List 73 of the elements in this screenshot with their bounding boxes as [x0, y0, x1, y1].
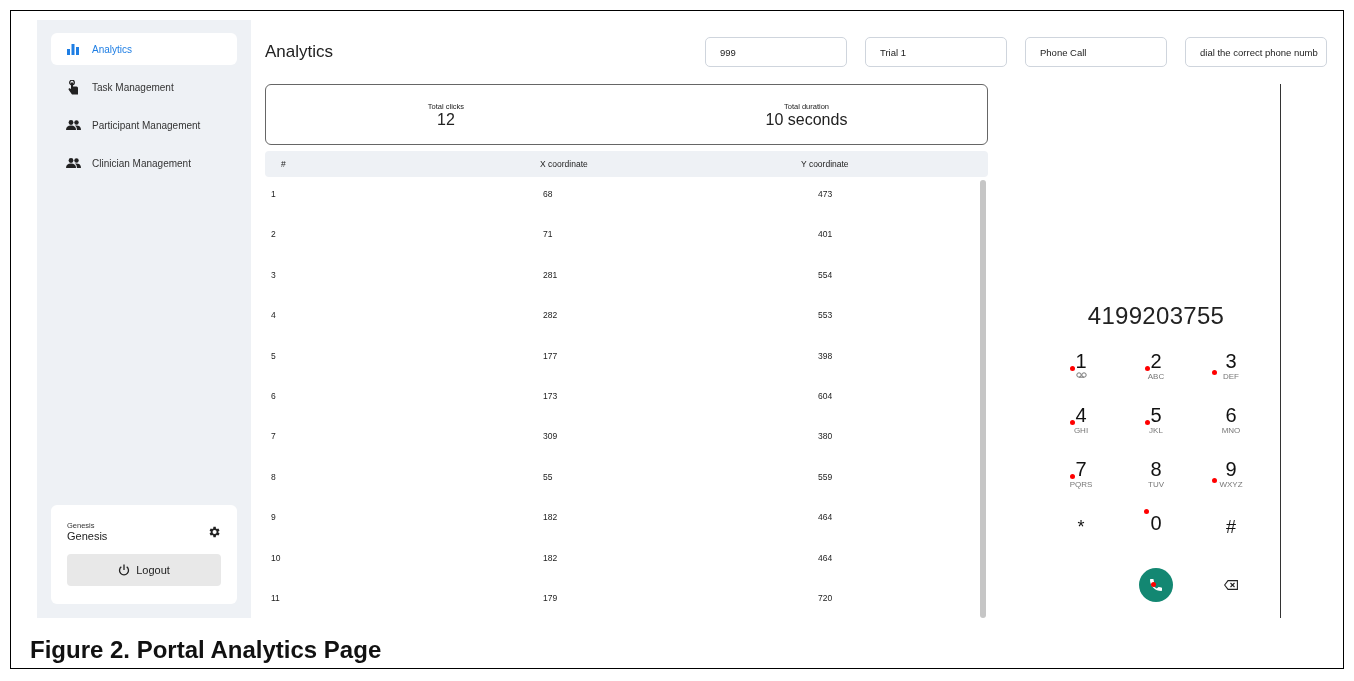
- table-cell: 720: [818, 592, 833, 603]
- backspace-icon[interactable]: [1224, 580, 1238, 590]
- stat-value: 12: [437, 110, 455, 128]
- dial-key[interactable]: 6 MNO: [1193, 404, 1269, 450]
- table-cell: 282: [543, 310, 558, 321]
- people-icon: [65, 158, 81, 168]
- table-cell: 55: [543, 471, 553, 482]
- table-cell: 398: [818, 350, 833, 361]
- dial-key[interactable]: *: [1043, 512, 1119, 558]
- table-cell: 182: [543, 552, 558, 563]
- table-cell: 604: [818, 390, 833, 401]
- dial-key[interactable]: 9 WXYZ: [1193, 458, 1269, 504]
- table-cell: 177: [543, 350, 558, 361]
- table-cell: 554: [818, 269, 833, 280]
- sidebar-item[interactable]: Participant Management: [51, 109, 237, 141]
- input-field[interactable]: Trial 1: [865, 37, 1007, 67]
- pointing-hand-icon: [67, 79, 79, 95]
- table-cell: 173: [543, 390, 558, 401]
- table-cell: 71: [543, 229, 553, 240]
- page-title: Analytics: [265, 42, 335, 62]
- dial-key[interactable]: 1: [1043, 350, 1119, 396]
- table-cell: 401: [818, 229, 833, 240]
- table-cell: 11: [271, 592, 280, 603]
- table-cell: 8: [271, 471, 276, 482]
- table-cell: 464: [818, 552, 833, 563]
- table-cell: 4: [271, 310, 276, 321]
- table-cell: 380: [818, 431, 833, 442]
- user-name: Genesis: [67, 530, 108, 542]
- table-cell: 281: [543, 269, 558, 280]
- stat-value: 10 seconds: [765, 110, 848, 128]
- settings-icon[interactable]: [207, 524, 221, 539]
- call-button[interactable]: [1139, 568, 1173, 602]
- column-header: X coordinate: [540, 159, 589, 169]
- table-cell: 5: [271, 350, 276, 361]
- table-cell: 464: [818, 512, 833, 523]
- dial-key[interactable]: 4 GHI: [1043, 404, 1119, 450]
- table-cell: 559: [818, 471, 833, 482]
- table-cell: 182: [543, 512, 558, 523]
- people-icon: [65, 120, 81, 130]
- table-cell: 6: [271, 390, 276, 401]
- figure-caption: Figure 2. Portal Analytics Page: [30, 636, 383, 664]
- power-icon: [118, 564, 131, 576]
- logout-button[interactable]: Logout: [67, 554, 221, 586]
- table-cell: 1: [271, 189, 276, 199]
- table-cell: 309: [543, 431, 558, 442]
- scrollbar[interactable]: [980, 180, 986, 618]
- sidebar-item[interactable]: Task Management: [51, 71, 237, 103]
- dialed-number: 4199203755: [1087, 302, 1225, 330]
- table-cell: 10: [271, 552, 281, 563]
- table-cell: 179: [543, 592, 558, 603]
- table-cell: 3: [271, 269, 276, 280]
- table-cell: 9: [271, 512, 276, 523]
- input-field[interactable]: dial the correct phone numb: [1185, 37, 1327, 67]
- input-field[interactable]: Phone Call: [1025, 37, 1167, 67]
- table-cell: 7: [271, 431, 276, 442]
- column-header: #: [281, 159, 287, 169]
- table-cell: 553: [818, 310, 833, 321]
- dial-key[interactable]: 3 DEF: [1193, 350, 1269, 396]
- table-cell: 68: [543, 189, 553, 199]
- dial-key[interactable]: 8 TUV: [1118, 458, 1194, 504]
- dial-key[interactable]: 2 ABC: [1118, 350, 1194, 396]
- voicemail-icon: [1075, 372, 1087, 378]
- dial-key[interactable]: 7 PQRS: [1043, 458, 1119, 504]
- sidebar-item[interactable]: Analytics: [51, 33, 237, 65]
- column-header: Y coordinate: [801, 159, 850, 169]
- sidebar-item[interactable]: Clinician Management: [51, 147, 237, 179]
- table-cell: 2: [271, 229, 276, 240]
- dial-key[interactable]: 0: [1118, 512, 1194, 558]
- input-field[interactable]: 999: [705, 37, 847, 67]
- table-cell: 473: [818, 189, 833, 199]
- dial-key[interactable]: #: [1193, 512, 1269, 558]
- dial-key[interactable]: 5 JKL: [1118, 404, 1194, 450]
- bar-chart-icon: [67, 43, 79, 55]
